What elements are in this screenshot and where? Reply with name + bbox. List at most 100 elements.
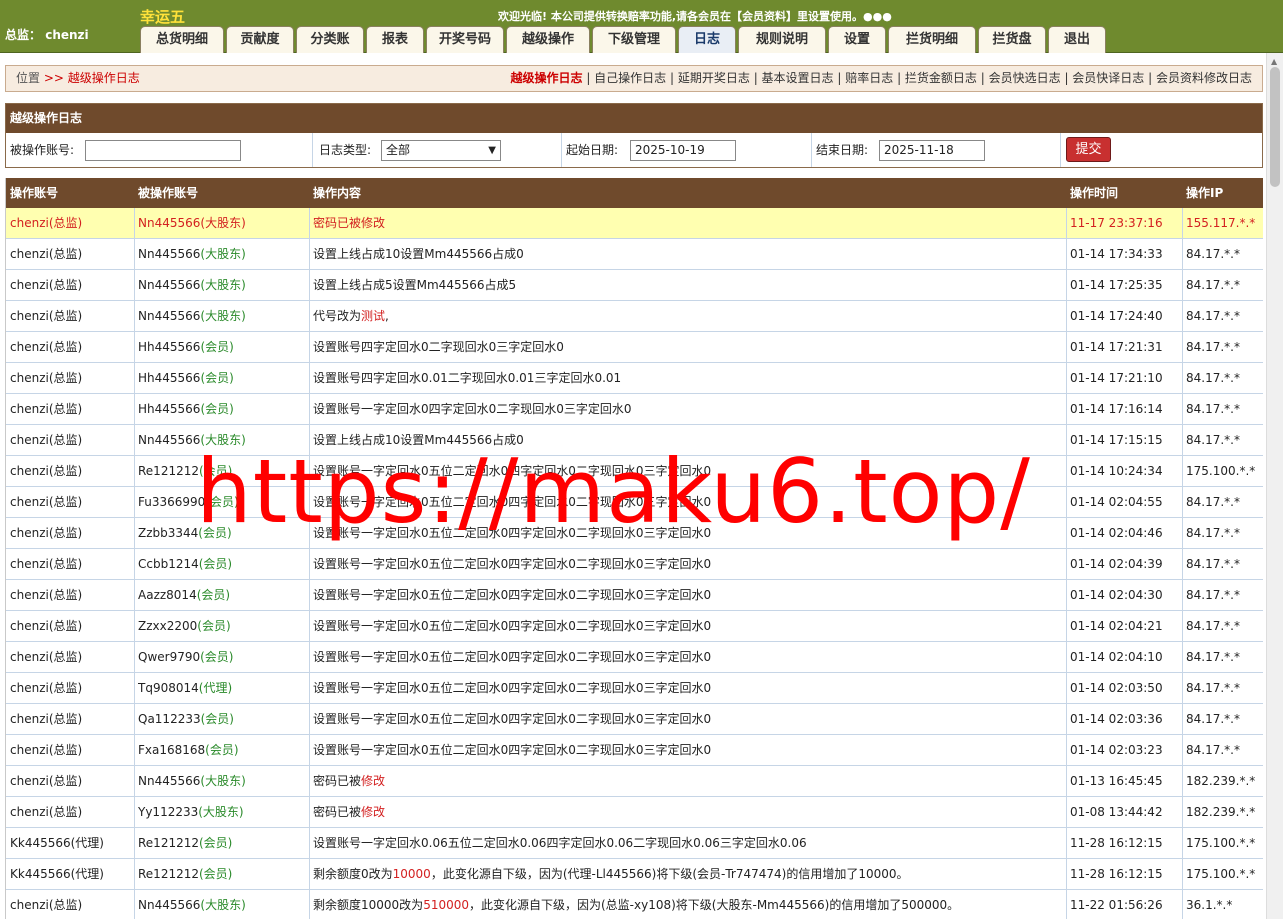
time-cell: 01-14 02:04:39 bbox=[1070, 549, 1180, 580]
content-cell: 设置账号四字定回水0.01二字现回水0.01三字定回水0.01 bbox=[313, 363, 1064, 394]
log-ip: 84.17.*.* bbox=[1186, 619, 1240, 633]
log-content: 设置上线占成10设置Mm445566占成0 bbox=[313, 247, 524, 261]
log-link[interactable]: 会员快译日志 bbox=[1072, 71, 1144, 85]
nav-tab[interactable]: 退出 bbox=[1048, 26, 1106, 53]
nav-tab[interactable]: 总货明细 bbox=[140, 26, 224, 53]
operator-cell: chenzi(总监) bbox=[10, 549, 132, 580]
log-content: 剩余额度0改为 bbox=[313, 867, 393, 881]
log-content: 设置账号一字定回水0五位二定回水0四字定回水0二字现回水0三字定回水0 bbox=[313, 681, 712, 695]
log-link[interactable]: 会员快选日志 bbox=[989, 71, 1061, 85]
operator-account: chenzi(总监) bbox=[10, 402, 83, 416]
nav-tab[interactable]: 拦货盘 bbox=[978, 26, 1046, 53]
scrollbar-thumb[interactable] bbox=[1270, 67, 1280, 187]
log-time: 01-13 16:45:45 bbox=[1070, 774, 1163, 788]
breadcrumb: 位置 >> 越级操作日志 bbox=[16, 66, 140, 91]
target-role: (大股东) bbox=[200, 216, 246, 230]
operator-account: chenzi(总监) bbox=[10, 774, 83, 788]
log-content: 密码已被 bbox=[313, 774, 362, 788]
log-link[interactable]: 自己操作日志 bbox=[594, 71, 666, 85]
log-time: 01-14 17:24:40 bbox=[1070, 309, 1163, 323]
nav-tab[interactable]: 日志 bbox=[678, 26, 736, 53]
log-link[interactable]: 会员资料修改日志 bbox=[1156, 71, 1252, 85]
log-link[interactable]: 拦货金额日志 bbox=[905, 71, 977, 85]
operator-account: chenzi(总监) bbox=[10, 216, 83, 230]
table-row: chenzi(总监) Nn445566(大股东) 密码已被修改 01-13 16:45… bbox=[6, 766, 1263, 797]
table-row: chenzi(总监) Yy112233(大股东) 密码已被修改 01-08 13:44… bbox=[6, 797, 1263, 828]
target-cell: Zzxx2200(会员) bbox=[138, 611, 307, 642]
target-account: Fxa168168 bbox=[138, 743, 206, 757]
nav-tab[interactable]: 越级操作 bbox=[506, 26, 590, 53]
log-content: 设置账号一字定回水0五位二定回水0四字定回水0二字现回水0三字定回水0 bbox=[313, 743, 712, 757]
operator-cell: chenzi(总监) bbox=[10, 332, 132, 363]
operator-account: chenzi(总监) bbox=[10, 247, 83, 261]
filter-cell-end: 结束日期: 2025-11-18 bbox=[812, 133, 1061, 167]
operator-cell: chenzi(总监) bbox=[10, 580, 132, 611]
operator-account: chenzi(总监) bbox=[10, 805, 83, 819]
log-link[interactable]: 赔率日志 bbox=[845, 71, 893, 85]
nav-tab[interactable]: 下级管理 bbox=[592, 26, 676, 53]
log-content: 设置账号一字定回水0四字定回水0二字现回水0三字定回水0 bbox=[313, 402, 632, 416]
start-date-input[interactable]: 2025-10-19 bbox=[630, 140, 736, 161]
time-cell: 01-14 02:03:36 bbox=[1070, 704, 1180, 735]
operator-cell: chenzi(总监) bbox=[10, 735, 132, 766]
nav-tab[interactable]: 设置 bbox=[828, 26, 886, 53]
operator-account: chenzi(总监) bbox=[10, 557, 83, 571]
operated-account-input[interactable] bbox=[85, 140, 241, 161]
target-cell: Tq908014(代理) bbox=[138, 673, 307, 704]
operator-account: chenzi(总监) bbox=[10, 371, 83, 385]
log-time: 11-17 23:37:16 bbox=[1070, 216, 1163, 230]
target-account: Zzxx2200 bbox=[138, 619, 198, 633]
target-account: Nn445566 bbox=[138, 278, 201, 292]
log-ip: 84.17.*.* bbox=[1186, 309, 1240, 323]
ip-cell: 84.17.*.* bbox=[1186, 487, 1262, 518]
operator-account: chenzi(总监) bbox=[10, 495, 83, 509]
log-table: 操作账号 被操作账号 操作内容 操作时间 操作IP chenzi(总监) Nn445566… bbox=[5, 178, 1263, 919]
filter-panel: 越级操作日志 被操作账号: 日志类型: 全部 ▼ 起始日期: 2025-10-19… bbox=[5, 103, 1263, 168]
scroll-up-icon[interactable]: ▲ bbox=[1271, 57, 1277, 66]
target-account: Qa112233 bbox=[138, 712, 201, 726]
column-header: 操作时间 bbox=[1070, 186, 1119, 200]
target-cell: Hh445566(会员) bbox=[138, 394, 307, 425]
log-link[interactable]: 基本设置日志 bbox=[762, 71, 834, 85]
target-role: (大股东) bbox=[200, 247, 246, 261]
nav-tab[interactable]: 开奖号码 bbox=[426, 26, 504, 53]
operator-account: chenzi(总监) bbox=[10, 712, 83, 726]
end-date-label: 结束日期: bbox=[816, 143, 869, 157]
log-type-select[interactable]: 全部 ▼ bbox=[381, 140, 501, 161]
log-time: 01-14 02:04:21 bbox=[1070, 619, 1163, 633]
content-cell: 密码已被修改 bbox=[313, 208, 1064, 239]
nav-tab[interactable]: 规则说明 bbox=[738, 26, 826, 53]
target-role: (会员) bbox=[196, 588, 231, 602]
log-link[interactable]: 越级操作日志 bbox=[510, 71, 582, 85]
nav-tab[interactable]: 贡献度 bbox=[226, 26, 294, 53]
nav-tab[interactable]: 拦货明细 bbox=[888, 26, 976, 53]
operator-cell: chenzi(总监) bbox=[10, 270, 132, 301]
column-divider bbox=[309, 208, 310, 919]
operated-account-label: 被操作账号: bbox=[10, 143, 75, 157]
ip-cell: 84.17.*.* bbox=[1186, 704, 1262, 735]
target-role: (大股东) bbox=[200, 774, 246, 788]
log-content-highlight: 10000 bbox=[392, 867, 431, 881]
ip-cell: 84.17.*.* bbox=[1186, 239, 1262, 270]
submit-button[interactable]: 提交 bbox=[1066, 137, 1111, 162]
content-cell: 代号改为测试, bbox=[313, 301, 1064, 332]
log-ip: 84.17.*.* bbox=[1186, 433, 1240, 447]
time-cell: 01-08 13:44:42 bbox=[1070, 797, 1180, 828]
time-cell: 01-13 16:45:45 bbox=[1070, 766, 1180, 797]
nav-tab[interactable]: 分类账 bbox=[296, 26, 364, 53]
log-link[interactable]: 延期开奖日志 bbox=[678, 71, 750, 85]
operator-account: chenzi(总监) bbox=[10, 340, 83, 354]
content-cell: 设置账号一字定回水0五位二定回水0四字定回水0二字现回水0三字定回水0 bbox=[313, 611, 1064, 642]
log-time: 01-14 02:03:36 bbox=[1070, 712, 1163, 726]
time-cell: 01-14 02:03:23 bbox=[1070, 735, 1180, 766]
log-content: 设置账号一字定回水0五位二定回水0四字定回水0二字现回水0三字定回水0 bbox=[313, 588, 712, 602]
log-content: 剩余额度10000改为 bbox=[313, 898, 424, 912]
end-date-input[interactable]: 2025-11-18 bbox=[879, 140, 985, 161]
log-content: 设置账号一字定回水0五位二定回水0四字定回水0二字现回水0三字定回水0 bbox=[313, 619, 712, 633]
nav-tab[interactable]: 报表 bbox=[366, 26, 424, 53]
target-role: (会员) bbox=[200, 402, 234, 416]
log-content-tail: , bbox=[385, 309, 389, 323]
vertical-scrollbar[interactable]: ▲ bbox=[1266, 53, 1283, 919]
log-content-highlight: 510000 bbox=[423, 898, 469, 912]
content-cell: 设置上线占成10设置Mm445566占成0 bbox=[313, 239, 1064, 270]
